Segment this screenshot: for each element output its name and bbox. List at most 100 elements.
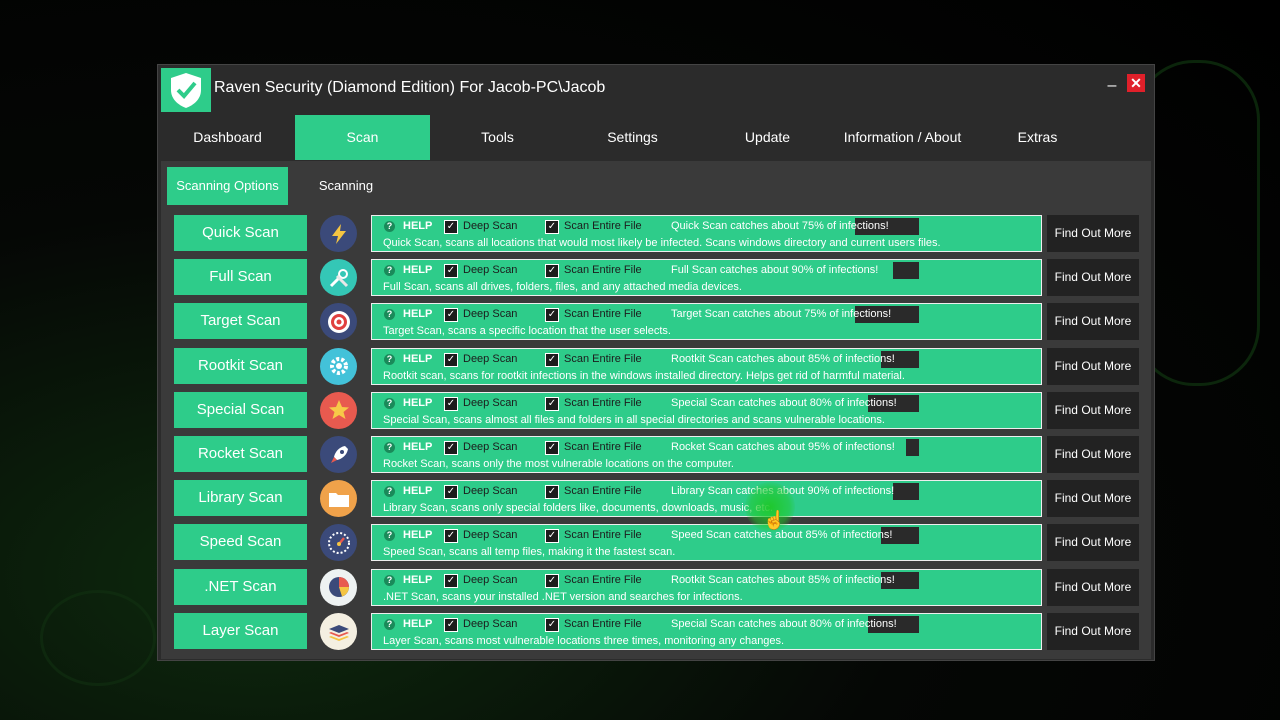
tab-tools[interactable]: Tools [430, 115, 565, 160]
help-icon[interactable]: ? [384, 221, 395, 232]
entire-file-checkbox[interactable]: ✓ [545, 573, 559, 588]
scan-button[interactable]: Special Scan [174, 391, 307, 428]
deep-scan-checkbox[interactable]: ✓ [444, 396, 458, 411]
entire-file-checkbox[interactable]: ✓ [545, 264, 559, 279]
entire-file-checkbox[interactable]: ✓ [545, 396, 559, 411]
deep-scan-checkbox[interactable]: ✓ [444, 529, 458, 544]
help-icon[interactable]: ? [384, 486, 395, 498]
scan-info-panel: ? HELP ✓ Deep Scan ✓ Scan Entire File Ro… [371, 436, 1042, 473]
scan-row: Full Scan ? HELP ✓ Deep Scan ✓ Scan Enti… [161, 259, 1151, 297]
detection-rate-bar: Rootkit Scan catches about 85% of infect… [663, 571, 919, 589]
find-out-more-button[interactable]: Find Out More [1047, 391, 1139, 429]
scan-button[interactable]: Library Scan [174, 480, 307, 517]
help-link[interactable]: HELP [403, 529, 432, 541]
help-icon[interactable]: ? [384, 265, 395, 277]
entire-file-label: Scan Entire File [564, 485, 642, 498]
deep-scan-checkbox[interactable]: ✓ [444, 308, 458, 323]
scan-button[interactable]: Layer Scan [174, 612, 307, 649]
detection-rate-text: Special Scan catches about 80% of infect… [671, 617, 897, 630]
minimize-button[interactable]: – [1104, 77, 1120, 95]
detection-rate-bar: Special Scan catches about 80% of infect… [663, 615, 919, 633]
find-out-more-button[interactable]: Find Out More [1047, 436, 1139, 473]
tab-settings[interactable]: Settings [565, 115, 700, 160]
detection-rate-text: Full Scan catches about 90% of infection… [671, 264, 879, 277]
scan-button[interactable]: Rootkit Scan [174, 347, 307, 384]
deep-scan-label: Deep Scan [463, 617, 518, 630]
entire-file-checkbox[interactable]: ✓ [545, 352, 559, 367]
detection-rate-text: Speed Scan catches about 85% of infectio… [671, 529, 893, 542]
help-link[interactable]: HELP [403, 441, 432, 453]
help-link[interactable]: HELP [403, 308, 432, 320]
help-link[interactable]: HELP [403, 485, 432, 497]
entire-file-checkbox[interactable]: ✓ [545, 220, 559, 234]
tab-information-about[interactable]: Information / About [835, 115, 970, 160]
find-out-more-button[interactable]: Find Out More [1047, 259, 1139, 297]
find-out-more-button[interactable]: Find Out More [1047, 303, 1139, 341]
deep-scan-label: Deep Scan [463, 220, 518, 232]
scan-info-panel: ? HELP ✓ Deep Scan ✓ Scan Entire File Ta… [371, 303, 1042, 341]
subtab-scanning[interactable]: Scanning [306, 167, 386, 205]
find-out-more-button[interactable]: Find Out More [1047, 612, 1139, 650]
detection-rate-text: Rocket Scan catches about 95% of infecti… [671, 441, 895, 453]
tab-update[interactable]: Update [700, 115, 835, 160]
deep-scan-checkbox[interactable]: ✓ [444, 573, 458, 588]
help-icon[interactable]: ? [384, 442, 395, 453]
scan-info-panel: ? HELP ✓ Deep Scan ✓ Scan Entire File Qu… [371, 215, 1042, 252]
folder-icon [320, 480, 357, 518]
entire-file-label: Scan Entire File [564, 617, 642, 630]
layers-icon [320, 612, 357, 650]
detection-rate-text: Target Scan catches about 75% of infecti… [671, 308, 892, 321]
detection-rate-bar: Rocket Scan catches about 95% of infecti… [663, 439, 919, 456]
scan-description: .NET Scan, scans your installed .NET ver… [383, 590, 743, 603]
entire-file-checkbox[interactable]: ✓ [545, 485, 559, 500]
scan-button[interactable]: Full Scan [174, 259, 307, 296]
detection-rate-text: Rootkit Scan catches about 85% of infect… [671, 573, 895, 586]
help-icon[interactable]: ? [384, 618, 395, 630]
deep-scan-checkbox[interactable]: ✓ [444, 264, 458, 279]
help-link[interactable]: HELP [403, 397, 432, 409]
help-link[interactable]: HELP [403, 264, 432, 276]
scan-row: Special Scan ? HELP ✓ Deep Scan ✓ Scan E… [161, 391, 1151, 430]
deep-scan-checkbox[interactable]: ✓ [444, 485, 458, 500]
find-out-more-button[interactable]: Find Out More [1047, 347, 1139, 385]
find-out-more-button[interactable]: Find Out More [1047, 524, 1139, 562]
entire-file-checkbox[interactable]: ✓ [545, 441, 559, 455]
scan-button[interactable]: .NET Scan [174, 568, 307, 605]
help-icon[interactable]: ? [384, 353, 395, 365]
entire-file-label: Scan Entire File [564, 441, 642, 453]
scan-info-panel: ? HELP ✓ Deep Scan ✓ Scan Entire File Ro… [371, 568, 1042, 606]
deep-scan-checkbox[interactable]: ✓ [444, 617, 458, 632]
deep-scan-checkbox[interactable]: ✓ [444, 352, 458, 367]
close-button[interactable]: ✕ [1127, 74, 1145, 92]
help-icon[interactable]: ? [384, 530, 395, 542]
find-out-more-button[interactable]: Find Out More [1047, 568, 1139, 606]
help-link[interactable]: HELP [403, 574, 432, 586]
scan-row: Layer Scan ? HELP ✓ Deep Scan ✓ Scan Ent… [161, 612, 1151, 651]
scan-button[interactable]: Rocket Scan [174, 436, 307, 472]
entire-file-checkbox[interactable]: ✓ [545, 308, 559, 323]
scan-button[interactable]: Speed Scan [174, 524, 307, 561]
scan-info-panel: ? HELP ✓ Deep Scan ✓ Scan Entire File Sp… [371, 612, 1042, 650]
scan-description: Rocket Scan, scans only the most vulnera… [383, 458, 734, 470]
tab-extras[interactable]: Extras [970, 115, 1105, 160]
tab-scan[interactable]: Scan [295, 115, 430, 160]
help-link[interactable]: HELP [403, 618, 432, 630]
help-icon[interactable]: ? [384, 397, 395, 409]
find-out-more-button[interactable]: Find Out More [1047, 480, 1139, 518]
detection-rate-text: Special Scan catches about 80% of infect… [671, 396, 897, 409]
deep-scan-checkbox[interactable]: ✓ [444, 220, 458, 234]
help-icon[interactable]: ? [384, 309, 395, 321]
entire-file-checkbox[interactable]: ✓ [545, 617, 559, 632]
find-out-more-button[interactable]: Find Out More [1047, 215, 1139, 252]
entire-file-checkbox[interactable]: ✓ [545, 529, 559, 544]
help-link[interactable]: HELP [403, 220, 432, 232]
help-icon[interactable]: ? [384, 574, 395, 586]
scan-button[interactable]: Quick Scan [174, 215, 307, 251]
deep-scan-checkbox[interactable]: ✓ [444, 441, 458, 455]
help-link[interactable]: HELP [403, 353, 432, 365]
scan-button[interactable]: Target Scan [174, 303, 307, 340]
tab-dashboard[interactable]: Dashboard [160, 115, 295, 160]
entire-file-label: Scan Entire File [564, 220, 642, 232]
title-bar[interactable]: Raven Security (Diamond Edition) For Jac… [158, 65, 1154, 115]
subtab-scanning-options[interactable]: Scanning Options [167, 167, 288, 205]
